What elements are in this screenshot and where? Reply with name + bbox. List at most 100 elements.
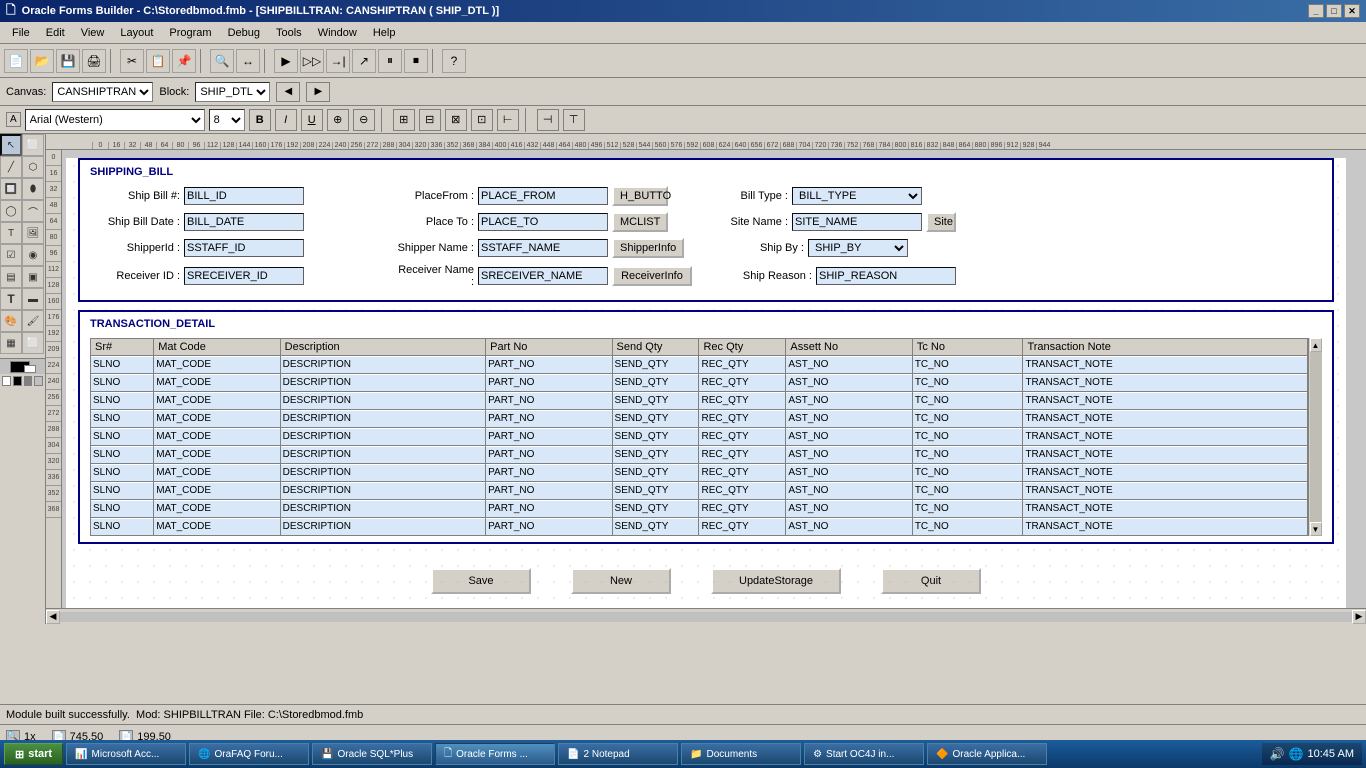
cell-partno[interactable] (486, 393, 611, 409)
ship-by-select[interactable]: SHIP_BY (808, 239, 908, 257)
cell-partno[interactable] (486, 501, 611, 517)
ship-reason-input[interactable] (816, 267, 956, 285)
shipper-id-input[interactable] (184, 239, 304, 257)
cell-tcno[interactable] (913, 519, 1023, 535)
cell-tcno[interactable] (913, 465, 1023, 481)
cell-slno[interactable] (91, 483, 153, 499)
cell-slno[interactable] (91, 519, 153, 535)
bill-type-select[interactable]: BILL_TYPE (792, 187, 922, 205)
cell-matcode[interactable] (154, 447, 279, 463)
place-from-input[interactable] (478, 187, 608, 205)
step-btn[interactable]: →| (326, 49, 350, 73)
image-tool[interactable]: 🖼 (22, 222, 44, 244)
cut-btn[interactable]: ✂ (120, 49, 144, 73)
cell-recqty[interactable] (699, 483, 785, 499)
round-rect-tool[interactable]: ⬮ (22, 178, 44, 200)
cell-matcode[interactable] (154, 393, 279, 409)
cell-tcno[interactable] (913, 501, 1023, 517)
ship-bill-date-input[interactable] (184, 213, 304, 231)
align-bottom-btn[interactable]: ⊢ (497, 109, 519, 131)
cell-assetno[interactable] (786, 393, 911, 409)
cell-sendqty[interactable] (613, 519, 699, 535)
color-fill-tool[interactable]: 🎨 (0, 310, 22, 332)
select-tool[interactable]: ↖ (0, 134, 22, 156)
align-top-btn[interactable]: ⊡ (471, 109, 493, 131)
block-select[interactable]: SHIP_DTL (195, 82, 270, 102)
arc-tool[interactable]: ⌒ (22, 200, 44, 222)
quit-button[interactable]: Quit (881, 568, 981, 594)
cell-slno[interactable] (91, 357, 153, 373)
font-size-select[interactable]: 8 (209, 109, 245, 131)
color-line-tool[interactable]: 🖌 (22, 310, 44, 332)
cell-recqty[interactable] (699, 465, 785, 481)
cell-sendqty[interactable] (613, 375, 699, 391)
cell-partno[interactable] (486, 357, 611, 373)
minimize-button[interactable]: _ (1308, 4, 1324, 18)
paste-btn[interactable]: 📌 (172, 49, 196, 73)
taskbar-item-2[interactable]: 💾 Oracle SQL*Plus (312, 743, 432, 765)
cell-recqty[interactable] (699, 375, 785, 391)
close-button[interactable]: ✕ (1344, 4, 1360, 18)
color-gray[interactable] (24, 376, 33, 386)
h-scrollbar[interactable]: ◀ ▶ (46, 608, 1366, 624)
menu-debug[interactable]: Debug (220, 25, 268, 41)
frame-tool[interactable]: ⬜ (22, 134, 44, 156)
cell-slno[interactable] (91, 393, 153, 409)
cell-matcode[interactable] (154, 519, 279, 535)
bold-btn[interactable]: B (249, 109, 271, 131)
cell-recqty[interactable] (699, 393, 785, 409)
cell-desc[interactable] (281, 375, 485, 391)
button-tool[interactable]: ▬ (22, 288, 44, 310)
update-storage-button[interactable]: UpdateStorage (711, 568, 841, 594)
taskbar-item-1[interactable]: 🌐 OraFAQ Foru... (189, 743, 309, 765)
cell-assetno[interactable] (786, 501, 911, 517)
cell-assetno[interactable] (786, 411, 911, 427)
cell-note[interactable] (1023, 393, 1307, 409)
taskbar-item-3[interactable]: 🗋 Oracle Forms ... (435, 743, 555, 765)
step-over-btn[interactable]: ↗ (352, 49, 376, 73)
h-button[interactable]: H_BUTTO (612, 186, 668, 206)
cell-desc[interactable] (281, 483, 485, 499)
scroll-up-btn[interactable]: ▲ (1310, 338, 1322, 352)
nav-right-btn[interactable]: ▶ (306, 82, 330, 102)
grid-tool[interactable]: ▦ (0, 332, 22, 354)
cell-recqty[interactable] (699, 519, 785, 535)
cell-desc[interactable] (281, 393, 485, 409)
receiver-info-button[interactable]: ReceiverInfo (612, 266, 692, 286)
shipper-name-input[interactable] (478, 239, 608, 257)
color-silver[interactable] (34, 376, 43, 386)
site-name-input[interactable] (792, 213, 922, 231)
stop-btn[interactable]: ⏹ (404, 49, 428, 73)
cell-slno[interactable] (91, 447, 153, 463)
cell-note[interactable] (1023, 483, 1307, 499)
menu-file[interactable]: File (4, 25, 38, 41)
taskbar-item-4[interactable]: 📄 2 Notepad (558, 743, 678, 765)
zoom-in-btn[interactable]: ⊕ (327, 109, 349, 131)
cell-note[interactable] (1023, 375, 1307, 391)
menu-layout[interactable]: Layout (112, 25, 161, 41)
cell-partno[interactable] (486, 429, 611, 445)
display-tool[interactable]: ▣ (22, 266, 44, 288)
scroll-left-btn[interactable]: ◀ (46, 610, 60, 624)
ship-bill-input[interactable] (184, 187, 304, 205)
cell-assetno[interactable] (786, 447, 911, 463)
align-left-btn[interactable]: ⊞ (393, 109, 415, 131)
rect-tool[interactable]: 🔲 (0, 178, 22, 200)
cell-tcno[interactable] (913, 411, 1023, 427)
help-btn[interactable]: ? (442, 49, 466, 73)
cell-desc[interactable] (281, 411, 485, 427)
zoom-out-btn[interactable]: ⊖ (353, 109, 375, 131)
new-btn[interactable]: 📄 (4, 49, 28, 73)
cell-recqty[interactable] (699, 411, 785, 427)
menu-program[interactable]: Program (161, 25, 219, 41)
cell-note[interactable] (1023, 411, 1307, 427)
cell-slno[interactable] (91, 411, 153, 427)
menu-help[interactable]: Help (365, 25, 404, 41)
checkbox-tool[interactable]: ☑ (0, 244, 22, 266)
cell-tcno[interactable] (913, 447, 1023, 463)
cell-note[interactable] (1023, 447, 1307, 463)
cell-note[interactable] (1023, 501, 1307, 517)
cell-tcno[interactable] (913, 375, 1023, 391)
shipper-info-button[interactable]: ShipperInfo (612, 238, 684, 258)
cell-note[interactable] (1023, 429, 1307, 445)
